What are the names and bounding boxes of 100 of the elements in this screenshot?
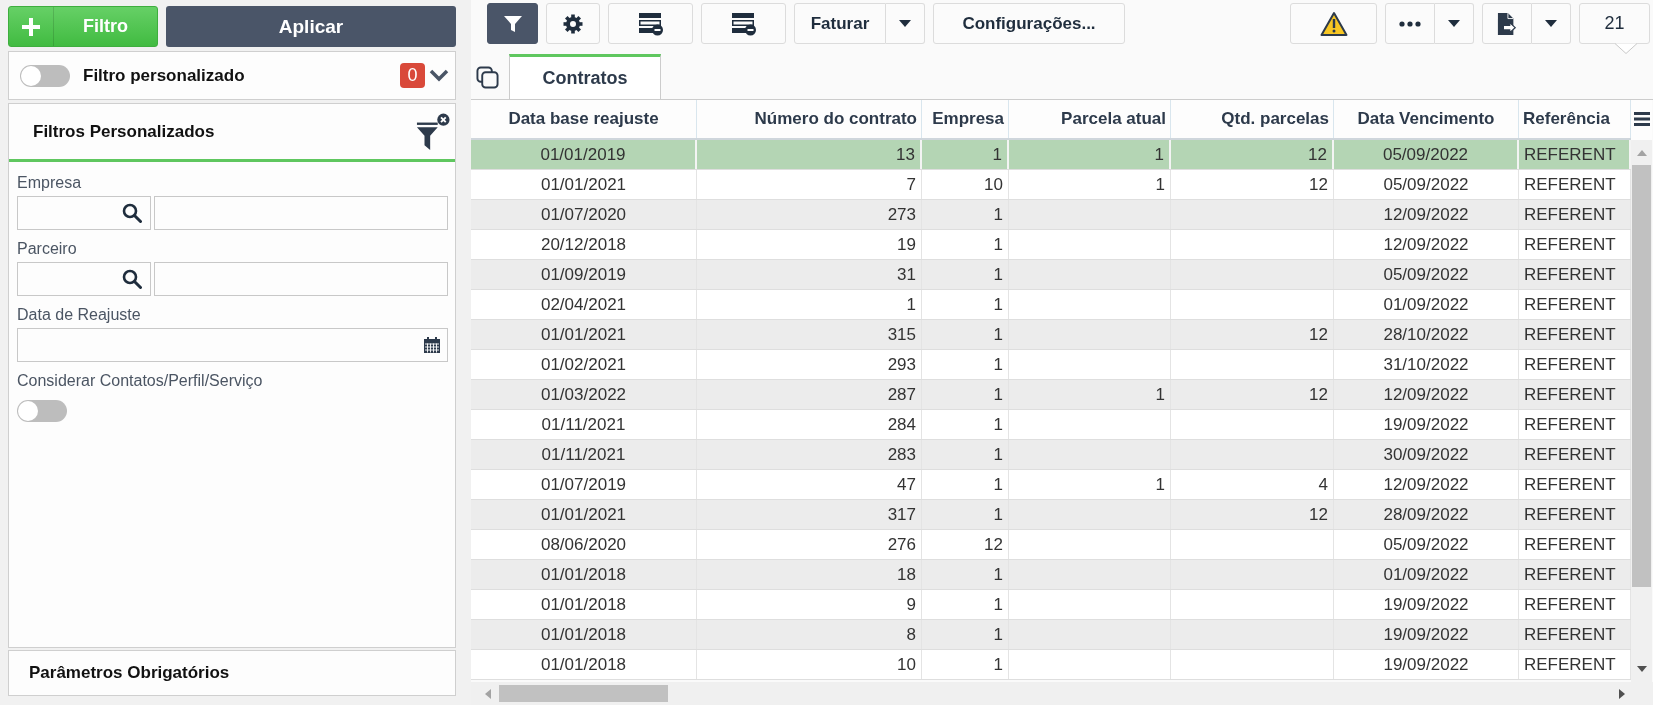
table-cell: 12 [1308, 144, 1327, 165]
table-cell: 19/09/2022 [1383, 594, 1469, 615]
dropdown-button[interactable] [1532, 3, 1571, 44]
table-cell: 315 [887, 324, 916, 345]
table-cell: 1 [1155, 474, 1165, 495]
toggle-switch[interactable] [17, 400, 67, 422]
description-field[interactable] [154, 262, 448, 296]
settings-button[interactable] [546, 3, 600, 44]
dropdown-button[interactable] [886, 3, 925, 44]
table-cell: 1 [1155, 174, 1165, 195]
scrollbar-thumb[interactable] [499, 685, 668, 702]
rows-action-button[interactable] [608, 3, 693, 44]
scroll-right-icon[interactable] [1619, 688, 1625, 699]
table-cell: 1 [993, 204, 1003, 225]
vertical-scrollbar[interactable] [1631, 140, 1652, 682]
table-cell: REFERENT [1524, 384, 1616, 405]
table-cell: 01/01/2021 [540, 324, 627, 345]
table-cell: 02/04/2021 [540, 294, 627, 315]
table-cell: 1 [993, 264, 1003, 285]
action-button[interactable]: Configurações... [933, 3, 1125, 44]
table-row[interactable]: 01/07/2019 47 1 1 4 12/09/2022 REFERENT [471, 470, 1631, 500]
table-cell: 01/01/2018 [540, 654, 627, 675]
action-button[interactable]: Faturar [794, 3, 886, 44]
table-cell: 05/09/2022 [1382, 144, 1469, 165]
search-icon[interactable] [122, 203, 142, 223]
filter-button[interactable] [487, 3, 538, 44]
menu-icon[interactable] [1633, 112, 1650, 126]
table-cell: 1 [993, 474, 1003, 495]
section-header[interactable]: Parâmetros Obrigatórios [8, 650, 456, 696]
warning-button[interactable] [1290, 3, 1377, 44]
rows-action-button[interactable] [701, 3, 786, 44]
field-label: Parceiro [17, 239, 78, 259]
table-row[interactable]: 20/12/2018 19 1 12/09/2022 REFERENT [471, 230, 1631, 260]
horizontal-scrollbar[interactable] [471, 682, 1653, 705]
table-cell: 13 [896, 144, 915, 165]
table-cell: 01/03/2022 [540, 384, 627, 405]
table-cell: 12/09/2022 [1383, 204, 1469, 225]
table-row[interactable]: 01/11/2021 283 1 30/09/2022 REFERENT [471, 440, 1631, 470]
column-header[interactable]: Qtd. parcelas [1221, 109, 1329, 129]
table-row[interactable]: 01/01/2021 7 10 1 12 05/09/2022 REFERENT [471, 170, 1631, 200]
table-row[interactable]: 01/11/2021 284 1 19/09/2022 REFERENT [471, 410, 1631, 440]
table-row[interactable]: 08/06/2020 276 12 05/09/2022 REFERENT [471, 530, 1631, 560]
table-cell: 01/02/2021 [540, 354, 627, 375]
column-header[interactable]: Número do contrato [754, 109, 917, 129]
table-row[interactable]: 01/09/2019 31 1 05/09/2022 REFERENT [471, 260, 1631, 290]
calendar-icon[interactable] [423, 336, 441, 354]
table-row[interactable]: 01/01/2018 8 1 19/09/2022 REFERENT [471, 620, 1631, 650]
table-row[interactable]: 01/03/2022 287 1 1 12 12/09/2022 REFERENT [471, 380, 1631, 410]
table-cell: 1 [993, 594, 1003, 615]
table-cell: REFERENT [1524, 504, 1616, 525]
table-cell: 05/09/2022 [1383, 534, 1469, 555]
copy-icon[interactable] [476, 66, 499, 89]
table-row[interactable]: 01/01/2018 18 1 01/09/2022 REFERENT [471, 560, 1631, 590]
custom-filter-label: Filtro personalizado [83, 65, 245, 86]
table-row[interactable]: 02/04/2021 1 1 01/09/2022 REFERENT [471, 290, 1631, 320]
table-row[interactable]: 01/07/2020 273 1 12/09/2022 REFERENT [471, 200, 1631, 230]
table-cell: 01/09/2022 [1383, 564, 1469, 585]
count-button[interactable]: 21 [1579, 3, 1650, 44]
table-row[interactable]: 01/01/2021 317 1 12 28/09/2022 REFERENT [471, 500, 1631, 530]
table-cell: 1 [993, 564, 1003, 585]
table-cell: REFERENT [1524, 324, 1616, 345]
toggle-switch[interactable] [20, 64, 70, 87]
caret-down-icon [1545, 20, 1557, 27]
table-cell: 12 [1309, 324, 1328, 345]
column-header[interactable]: Referência [1523, 109, 1610, 129]
search-icon[interactable] [122, 269, 142, 289]
gear-icon [563, 13, 583, 34]
table-cell: 1 [1154, 144, 1164, 165]
column-header[interactable]: Data base reajuste [508, 109, 659, 129]
funnel-remove-icon[interactable] [416, 112, 450, 151]
code-field[interactable] [17, 262, 151, 296]
column-header[interactable]: Data Vencimento [1357, 109, 1495, 129]
scroll-down-icon[interactable] [1636, 666, 1647, 672]
panel-title: Filtros Personalizados [33, 121, 215, 142]
column-header[interactable]: Empresa [932, 109, 1004, 129]
apply-button[interactable]: Aplicar [166, 6, 456, 47]
table-row[interactable]: 01/01/2018 9 1 19/09/2022 REFERENT [471, 590, 1631, 620]
code-field[interactable] [17, 196, 151, 230]
table-cell: 317 [887, 504, 916, 525]
table-cell: REFERENT [1524, 294, 1616, 315]
export-button[interactable] [1482, 3, 1532, 44]
table-row[interactable]: 01/01/2019 13 1 1 12 05/09/2022 REFERENT [471, 140, 1631, 170]
table-row[interactable]: 01/01/2018 10 1 19/09/2022 REFERENT [471, 650, 1631, 680]
description-field[interactable] [154, 196, 448, 230]
table-row[interactable]: 01/02/2021 293 1 31/10/2022 REFERENT [471, 350, 1631, 380]
table-cell: 10 [897, 654, 916, 675]
dropdown-button[interactable] [1435, 3, 1474, 44]
table-cell: REFERENT [1524, 204, 1616, 225]
table-cell: 01/01/2018 [540, 594, 627, 615]
table-cell: 8 [906, 624, 916, 645]
date-field[interactable] [17, 328, 448, 362]
tab[interactable]: Contratos [509, 54, 661, 99]
more-button[interactable] [1385, 3, 1435, 44]
table-cell: 01/01/2019 [540, 144, 626, 165]
column-header[interactable]: Parcela atual [1061, 109, 1166, 129]
chevron-down-icon[interactable] [429, 69, 449, 82]
table-cell: 1 [993, 324, 1003, 345]
scrollbar-thumb[interactable] [1632, 165, 1651, 587]
table-row[interactable]: 01/01/2021 315 1 12 28/10/2022 REFERENT [471, 320, 1631, 350]
table-cell: 19/09/2022 [1383, 654, 1469, 675]
